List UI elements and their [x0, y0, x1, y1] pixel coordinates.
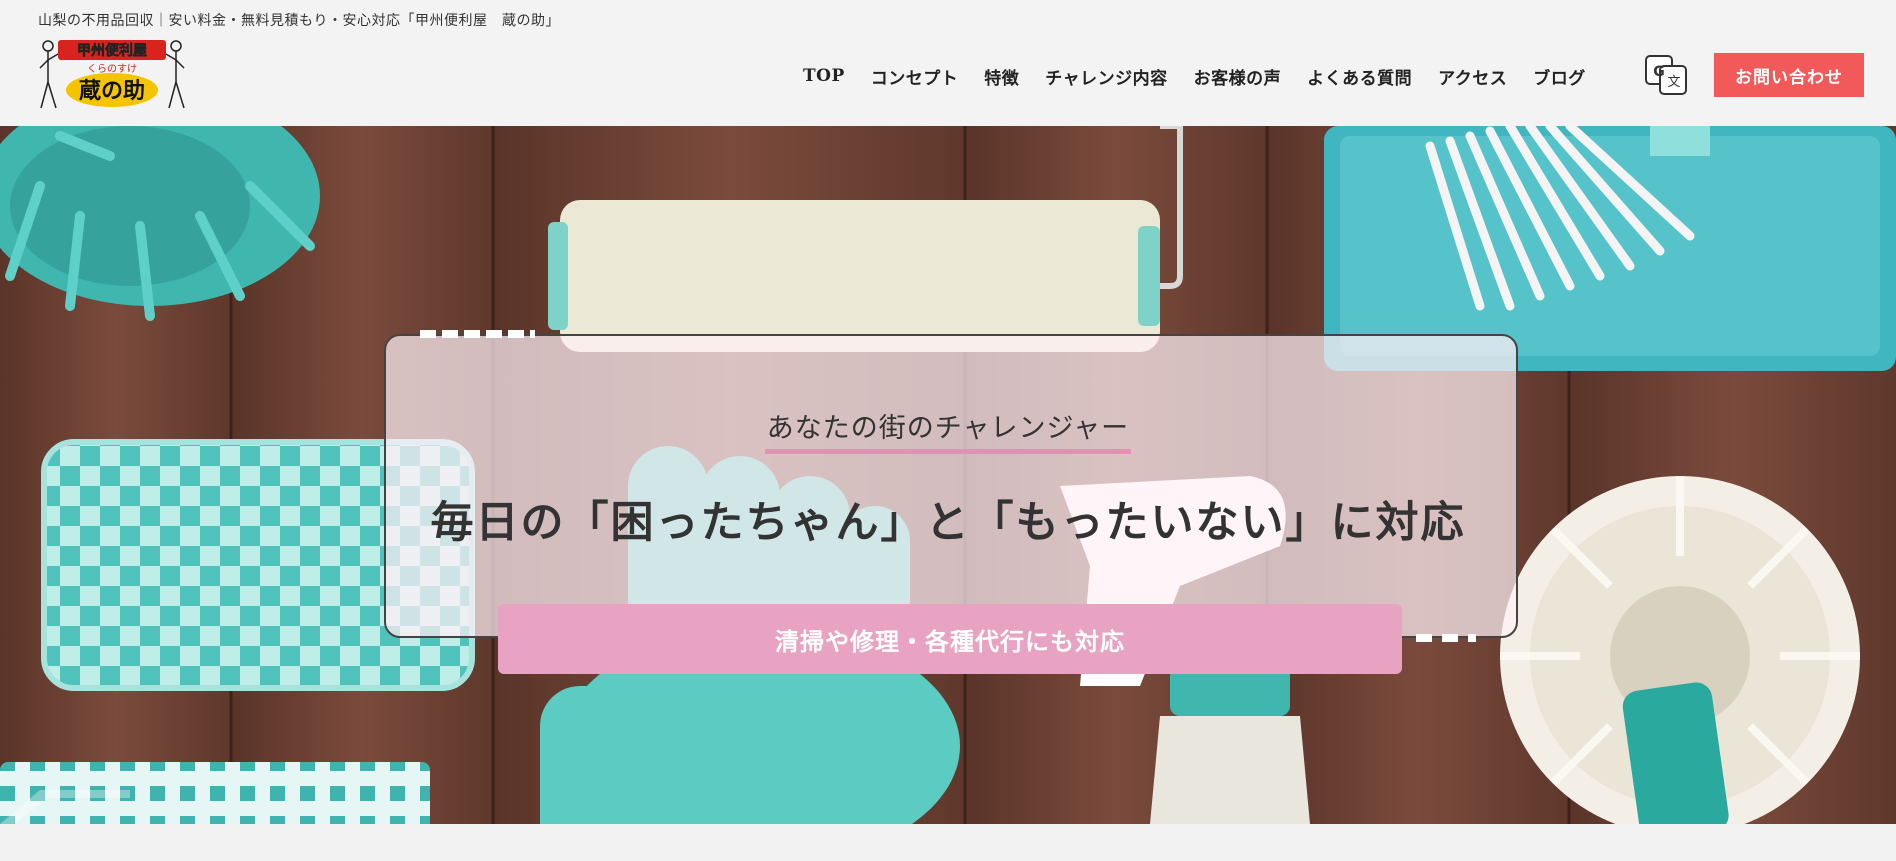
site-header: 山梨の不用品回収｜安い料金・無料見積もり・安心対応「甲州便利屋 蔵の助」 甲州便… — [0, 0, 1896, 126]
hero-sub-heading-text: あなたの街のチャレンジャー — [764, 406, 1132, 454]
panel-border-dashes-top — [420, 330, 535, 338]
hero-main-heading: 毎日の「困ったちゃん」と「もったいない」に対応 — [430, 498, 1466, 548]
contact-button[interactable]: お問い合わせ — [1714, 53, 1864, 97]
nav-item-faq[interactable]: よくある質問 — [1294, 64, 1425, 89]
nav-item-features[interactable]: 特徴 — [971, 64, 1032, 89]
site-logo[interactable]: 甲州便利屋 くらのすけ 蔵の助 — [38, 38, 186, 114]
main-nav: TOP コンセプト 特徴 チャレンジ内容 お客様の声 よくある質問 アクセス ブ… — [790, 56, 1599, 96]
nav-item-voices[interactable]: お客様の声 — [1181, 64, 1295, 89]
logo-right-figure — [165, 40, 185, 109]
nav-item-concept[interactable]: コンセプト — [858, 64, 972, 89]
hero-message-panel — [384, 334, 1518, 638]
logo-left-figure — [39, 40, 59, 109]
google-translate-icon[interactable]: G 文 — [1644, 54, 1688, 96]
site-tagline: 山梨の不用品回収｜安い料金・無料見積もり・安心対応「甲州便利屋 蔵の助」 — [38, 13, 560, 29]
next-section-edge — [0, 824, 1896, 861]
panel-border-dashes-bottom — [1416, 634, 1476, 642]
nav-item-challenge[interactable]: チャレンジ内容 — [1032, 64, 1180, 89]
svg-text:文: 文 — [1667, 75, 1680, 90]
nav-item-top[interactable]: TOP — [790, 66, 858, 86]
logo-top-text: 甲州便利屋 — [77, 42, 147, 59]
hero-service-band: 清掃や修理・各種代行にも対応 — [498, 604, 1402, 674]
nav-item-blog[interactable]: ブログ — [1520, 64, 1599, 89]
hero-sub-heading: あなたの街のチャレンジャー — [0, 406, 1896, 454]
decorative-arrow-icon — [0, 790, 130, 824]
nav-item-access[interactable]: アクセス — [1425, 64, 1520, 89]
logo-main-text: 蔵の助 — [79, 78, 145, 104]
svg-text:G: G — [1653, 64, 1665, 80]
